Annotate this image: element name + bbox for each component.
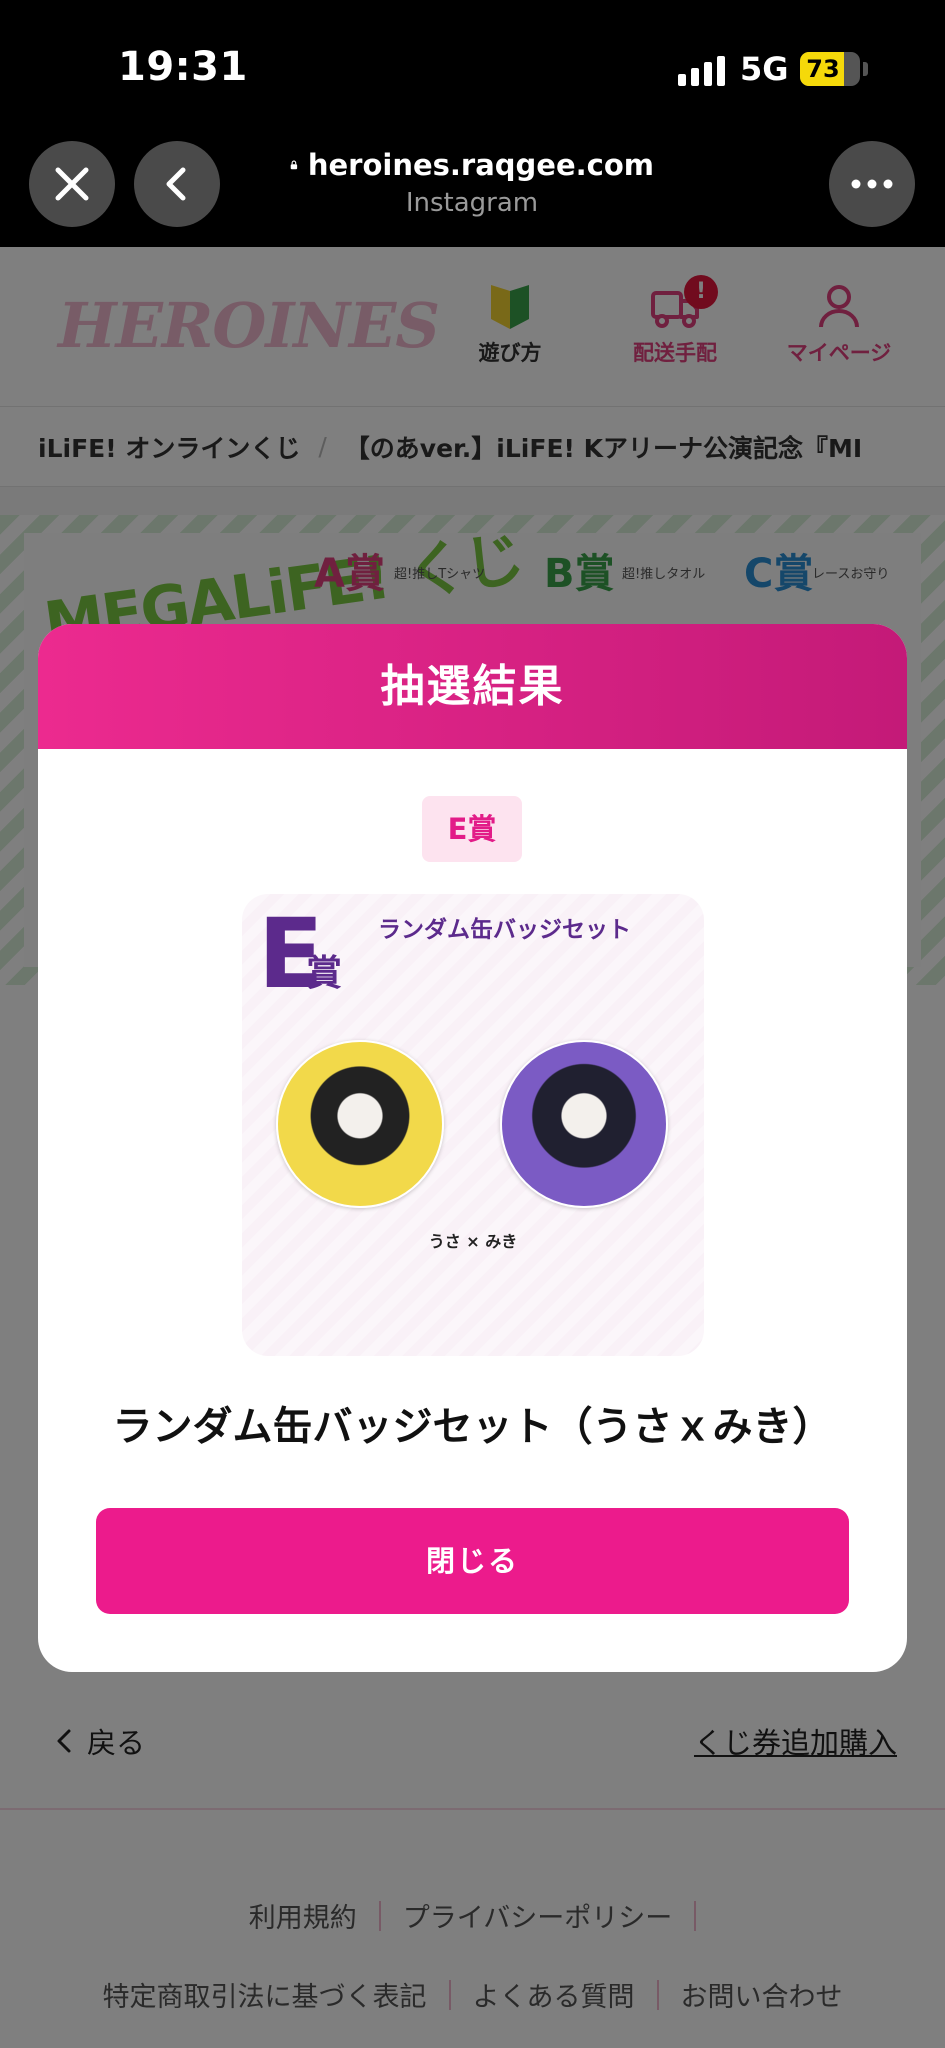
card-rank-suffix: 賞 (306, 953, 343, 994)
battery-icon: 73 (800, 52, 860, 86)
battery-tip (863, 62, 868, 76)
card-title: ランダム缶バッジセット (378, 917, 631, 943)
close-icon (55, 167, 89, 201)
lock-icon (290, 160, 298, 170)
prize-image: E 賞 ランダム缶バッジセット うさ × みき (242, 894, 704, 1356)
battery-percent: 73 (806, 55, 840, 83)
browser-chrome: 19:31 5G 73 heroines.raqgee.com Instagra… (0, 0, 945, 247)
prize-name: ランダム缶バッジセット（うさｘみき） (112, 1404, 833, 1450)
can-badge-image (276, 1040, 444, 1208)
card-member-names: うさ × みき (428, 1232, 518, 1251)
back-icon (166, 167, 186, 201)
signal-icon (678, 56, 725, 86)
url-text: heroines.raqgee.com (307, 148, 654, 182)
prize-rank-badge: E賞 (422, 796, 522, 862)
network-type: 5G (740, 50, 789, 88)
close-button[interactable]: 閉じる (96, 1508, 849, 1614)
lottery-result-modal: 抽選結果 E賞 E 賞 ランダム缶バッジセット うさ × みき ランダム缶バッジ… (38, 624, 907, 1672)
status-time: 19:31 (118, 44, 248, 90)
more-button[interactable] (829, 141, 915, 227)
address-bar[interactable]: heroines.raqgee.com Instagram (290, 148, 654, 218)
more-icon (851, 179, 893, 189)
can-badge-image (500, 1040, 668, 1208)
close-tab-button[interactable] (29, 141, 115, 227)
url-source: Instagram (405, 188, 539, 218)
browser-back-button[interactable] (134, 141, 220, 227)
modal-title: 抽選結果 (38, 624, 907, 749)
